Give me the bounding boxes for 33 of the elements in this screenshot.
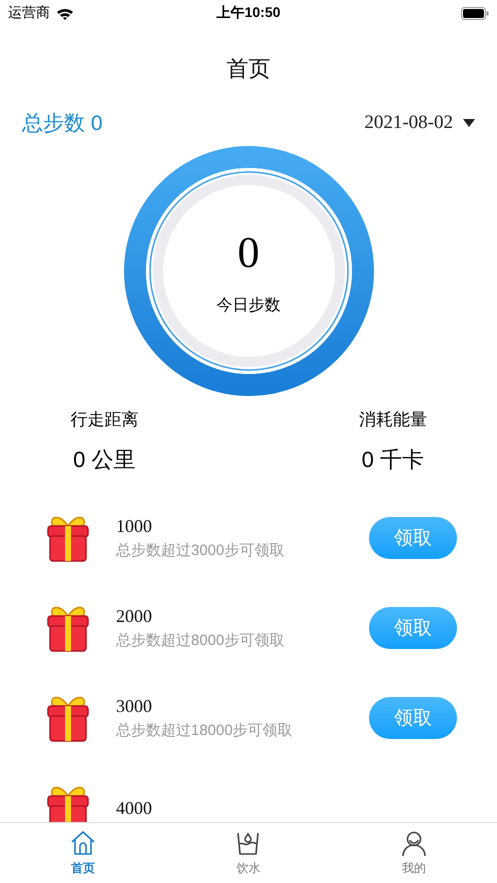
date-picker[interactable]: 2021-08-02 bbox=[364, 112, 475, 134]
reward-condition: 总步数超过8000步可领取 bbox=[116, 631, 286, 650]
reward-condition: 总步数超过18000步可领取 bbox=[116, 721, 294, 740]
battery-icon bbox=[461, 6, 489, 20]
claim-button[interactable]: 领取 bbox=[369, 607, 457, 649]
stat-label: 行走距离 bbox=[70, 409, 138, 431]
today-steps-label: 今日步数 bbox=[216, 296, 280, 316]
claim-button[interactable]: 领取 bbox=[369, 517, 457, 559]
stat-label: 消耗能量 bbox=[358, 409, 427, 431]
reward-condition: 总步数超过3000步可领取 bbox=[116, 541, 286, 560]
gift-icon bbox=[46, 694, 90, 742]
total-steps: 总步数 0 bbox=[22, 109, 103, 137]
reward-amount: 2000 bbox=[116, 606, 153, 627]
page-title: 首页 bbox=[226, 55, 270, 83]
house-icon bbox=[68, 829, 97, 857]
stat-value: 0 千卡 bbox=[362, 446, 424, 474]
wifi-icon bbox=[56, 6, 74, 20]
reward-amount: 3000 bbox=[116, 696, 153, 717]
today-steps: 0 bbox=[238, 230, 260, 274]
tab-item[interactable]: 饮水 bbox=[166, 823, 332, 883]
caret-icon bbox=[463, 119, 475, 127]
claim-button[interactable]: 领取 bbox=[369, 697, 457, 739]
carrier-name: 运营商 bbox=[8, 4, 50, 22]
clock-time: 上午10:50 bbox=[216, 4, 280, 20]
person-icon bbox=[400, 829, 428, 857]
gift-icon bbox=[46, 604, 90, 652]
tab-item[interactable]: 我的 bbox=[331, 823, 497, 883]
stat-value: 0 公里 bbox=[73, 446, 136, 474]
reward-amount: 1000 bbox=[116, 516, 153, 537]
tab-item[interactable]: 首页 bbox=[0, 823, 166, 883]
reward-amount: 4000 bbox=[116, 798, 153, 818]
gift-icon bbox=[46, 514, 90, 562]
gift-icon bbox=[46, 784, 90, 822]
